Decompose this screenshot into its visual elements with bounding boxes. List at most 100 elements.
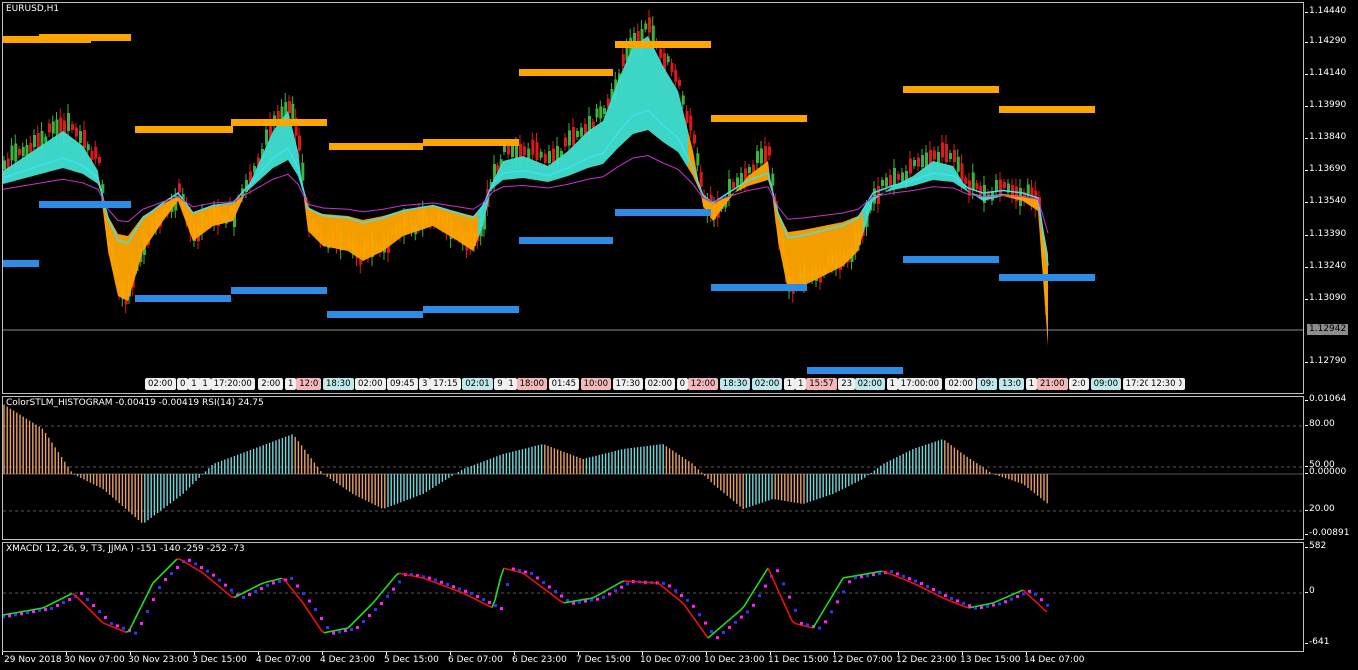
candle-body: [79, 131, 82, 143]
signal-dot: [614, 589, 617, 593]
signal-dot: [158, 586, 161, 589]
xmacd-line-segment: [566, 601, 571, 604]
signal-dot: [860, 575, 863, 579]
signal-dot: [218, 578, 221, 582]
signal-dot: [446, 583, 449, 586]
xmacd-line-segment: [311, 616, 316, 622]
time-axis-tick: [642, 652, 643, 655]
candle-body: [3, 160, 6, 170]
xmacd-line-segment: [1013, 591, 1018, 595]
time-axis-tick: [770, 652, 771, 655]
signal-dot: [440, 580, 443, 584]
xmacd-line-segment: [71, 592, 76, 596]
xmacd-line-segment: [929, 590, 934, 594]
resistance-level: [231, 119, 327, 126]
xmacd-line-segment: [959, 604, 964, 607]
signal-dot: [1004, 600, 1007, 604]
xmacd-line-segment: [203, 573, 208, 577]
time-axis-tick: [66, 652, 67, 655]
signal-dot: [86, 598, 89, 601]
signal-dot: [3, 615, 5, 619]
signal-dot: [560, 594, 563, 598]
xmacd-line-segment: [935, 593, 940, 597]
xmacd-pane[interactable]: XMACD( 12, 26, 9, T3, JJMA ) -151 -140 -…: [2, 542, 1304, 652]
signal-dot: [308, 599, 311, 603]
xmacd-line-segment: [1016, 590, 1021, 594]
session-time-label: 1: [285, 378, 297, 390]
xmacd-line-segment: [104, 623, 109, 626]
xmacd-line-segment: [788, 613, 793, 622]
xmacd-line-segment: [140, 600, 145, 608]
support-level: [327, 311, 423, 318]
histogram-pane[interactable]: ColorSTLM_HISTOGRAM -0.00419 -0.00419 RS…: [2, 396, 1304, 540]
xmacd-line-segment: [890, 573, 895, 577]
xmacd-line-segment: [1025, 592, 1030, 597]
time-axis-label: 10 Dec 23:00: [704, 655, 765, 665]
xmacd-line-segment: [3, 613, 7, 616]
xmacd-line-segment: [155, 576, 160, 581]
time-axis-tick: [450, 652, 451, 655]
signal-dot: [662, 581, 665, 585]
session-time-label: 17:20:00: [210, 378, 255, 390]
xmacd-line-segment: [725, 619, 730, 624]
price-tickmark: [1305, 202, 1308, 203]
price-axis[interactable]: 1.14440 1.14290 1.14140 1.13990 1.13840 1.136…: [1305, 2, 1358, 394]
xmacd-line-segment: [1022, 589, 1027, 594]
signal-dot: [710, 630, 713, 633]
signal-dot: [332, 631, 335, 635]
candle-body: [621, 54, 625, 67]
xmacd-line-segment: [1037, 603, 1042, 608]
xmacd-line-segment: [845, 576, 850, 579]
signal-dot: [146, 610, 149, 613]
main-chart-pane[interactable]: EURUSD,H1 02:00 0 1 1 17:20:00 2:00 1 12:0 18:30…: [2, 2, 1304, 394]
xmacd-line-segment: [185, 562, 190, 566]
signal-dot: [980, 606, 983, 609]
xmacd-line-segment: [50, 601, 55, 605]
xmacd-line-segment: [659, 583, 664, 588]
macd-tick-label: -641: [1309, 637, 1330, 647]
signal-dot: [686, 598, 689, 602]
signal-dot: [338, 630, 341, 634]
xmacd-line-segment: [275, 578, 280, 581]
xmacd-line-segment: [602, 589, 607, 594]
histogram-title: ColorSTLM_HISTOGRAM -0.00419 -0.00419 RS…: [6, 398, 264, 408]
xmacd-line-segment: [878, 570, 883, 573]
xmacd-line-segment: [830, 592, 835, 599]
xmacd-line-segment: [671, 593, 676, 598]
signal-dot: [428, 576, 431, 580]
xmacd-line-segment: [1031, 597, 1036, 602]
resistance-level: [615, 41, 711, 48]
xmacd-line-segment: [230, 595, 235, 599]
signal-dot: [788, 595, 791, 599]
xmacd-line-segment: [68, 592, 73, 596]
xmacd-line-segment: [722, 621, 727, 626]
time-axis-label: 4 Dec 23:00: [320, 655, 375, 665]
signal-dot: [278, 580, 281, 583]
hist-tickmark: [1305, 425, 1308, 426]
candle-body: [975, 183, 979, 189]
xmacd-line-segment: [227, 593, 232, 597]
time-axis[interactable]: 29 Nov 2018 30 Nov 07:00 30 Nov 23:00 3 Dec…: [2, 652, 1304, 670]
signal-dot: [98, 610, 101, 613]
signal-dot: [206, 569, 209, 573]
signal-dot: [350, 628, 353, 631]
xmacd-line-segment: [815, 617, 820, 624]
candle-body: [568, 130, 571, 146]
session-time-label: 21:00: [1037, 378, 1068, 390]
candle-body: [732, 182, 735, 188]
xmacd-line-segment: [560, 600, 565, 604]
signal-dot: [242, 596, 245, 599]
price-tickmark: [1305, 12, 1308, 13]
xmacd-line-segment: [365, 606, 370, 611]
xmacd-line-segment: [470, 596, 475, 600]
support-level: [615, 209, 711, 216]
xmacd-line-segment: [992, 600, 997, 604]
xmacd-line-segment: [269, 579, 274, 583]
xmacd-line-segment: [431, 580, 436, 584]
xmacd-line-segment: [251, 586, 256, 590]
signal-dot: [764, 584, 767, 588]
signal-dot: [962, 601, 965, 605]
candle-body: [760, 148, 763, 164]
xmacd-line-segment: [1007, 594, 1012, 598]
xmacd-line-segment: [338, 628, 343, 631]
